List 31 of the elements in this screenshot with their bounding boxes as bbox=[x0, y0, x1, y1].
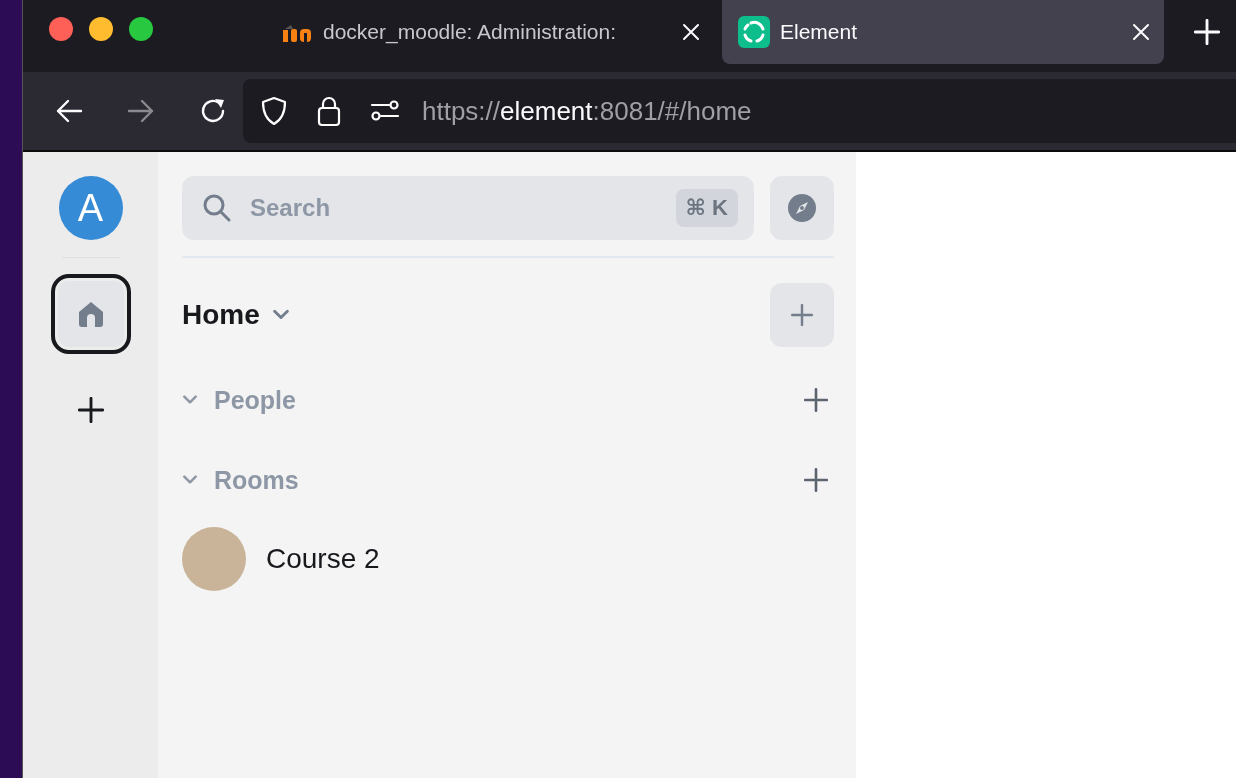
close-icon[interactable] bbox=[1132, 23, 1150, 41]
home-title[interactable]: Home bbox=[182, 299, 260, 331]
shortcut-hint: ⌘ K bbox=[675, 189, 738, 227]
plus-icon[interactable] bbox=[804, 388, 828, 412]
window-zoom-button[interactable] bbox=[129, 17, 153, 41]
add-button[interactable] bbox=[770, 283, 834, 347]
browser-tab[interactable]: Element bbox=[722, 0, 1164, 64]
compass-icon bbox=[787, 193, 817, 223]
new-tab-icon[interactable] bbox=[1194, 19, 1220, 45]
room-name[interactable]: Course 2 bbox=[266, 543, 380, 575]
url-text: https://element:8081/#/home bbox=[422, 95, 752, 127]
sliders-icon[interactable] bbox=[370, 100, 400, 122]
window-minimize-button[interactable] bbox=[89, 17, 113, 41]
tab-title: Element bbox=[780, 20, 859, 44]
tab-title: docker_moodle: Administration: bbox=[323, 20, 617, 44]
shield-icon[interactable] bbox=[260, 96, 288, 126]
address-bar[interactable]: https://element:8081/#/home bbox=[243, 79, 1236, 143]
back-arrow-icon[interactable] bbox=[55, 97, 83, 125]
plus-icon[interactable] bbox=[804, 468, 828, 492]
lock-icon[interactable] bbox=[316, 95, 342, 127]
home-button[interactable] bbox=[50, 274, 131, 354]
explore-rooms-button[interactable] bbox=[770, 176, 834, 240]
window-close-button[interactable] bbox=[49, 17, 73, 41]
search-icon bbox=[202, 193, 232, 223]
reload-icon[interactable] bbox=[199, 97, 227, 125]
close-icon[interactable] bbox=[682, 23, 700, 41]
user-avatar[interactable]: A bbox=[58, 176, 123, 240]
plus-icon bbox=[77, 397, 104, 423]
element-logo-icon bbox=[738, 16, 770, 48]
plus-icon bbox=[791, 304, 813, 326]
browser-tab[interactable]: docker_moodle: Administration: bbox=[249, 0, 714, 64]
